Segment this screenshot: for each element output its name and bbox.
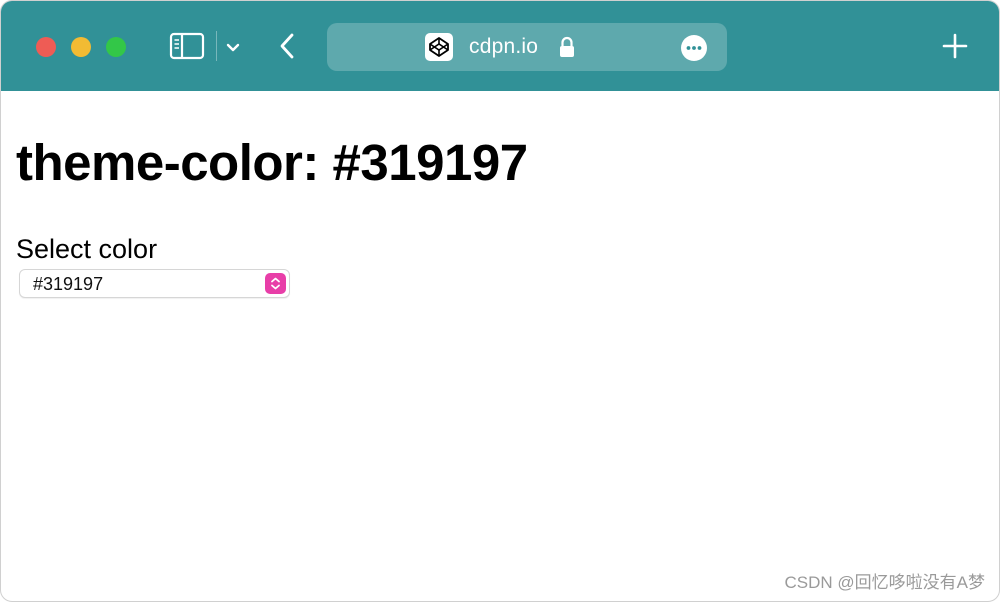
page-title: theme-color: #319197	[16, 134, 528, 191]
sidebar-toggle-button[interactable]	[169, 32, 205, 60]
maximize-window-button[interactable]	[106, 37, 126, 57]
browser-toolbar: cdpn.io	[1, 1, 999, 91]
select-stepper[interactable]	[265, 273, 286, 294]
color-select[interactable]: #319197	[19, 269, 290, 298]
sidebar-icon	[169, 32, 205, 60]
page-content: theme-color: #319197 Select color #31919…	[1, 91, 999, 601]
tab-group-menu-button[interactable]	[223, 37, 243, 57]
url-text: cdpn.io	[469, 35, 539, 58]
codepen-icon	[425, 33, 453, 61]
close-window-button[interactable]	[36, 37, 56, 57]
chevron-down-icon	[226, 43, 240, 52]
lock-icon	[558, 36, 576, 58]
more-icon	[686, 46, 702, 50]
chevron-left-icon	[280, 33, 294, 59]
plus-icon	[942, 33, 968, 59]
page-menu-button[interactable]	[681, 35, 707, 61]
new-tab-button[interactable]	[941, 32, 969, 60]
select-color-label: Select color	[16, 234, 158, 264]
browser-window: cdpn.io theme-color: #319197 Select colo…	[0, 0, 1000, 602]
toolbar-divider	[216, 31, 217, 61]
chevron-up-down-icon	[271, 277, 280, 290]
address-bar[interactable]: cdpn.io	[327, 23, 727, 71]
watermark: CSDN @回忆哆啦没有A梦	[784, 573, 986, 592]
minimize-window-button[interactable]	[71, 37, 91, 57]
back-button[interactable]	[275, 31, 301, 61]
color-select-value: #319197	[33, 274, 104, 294]
